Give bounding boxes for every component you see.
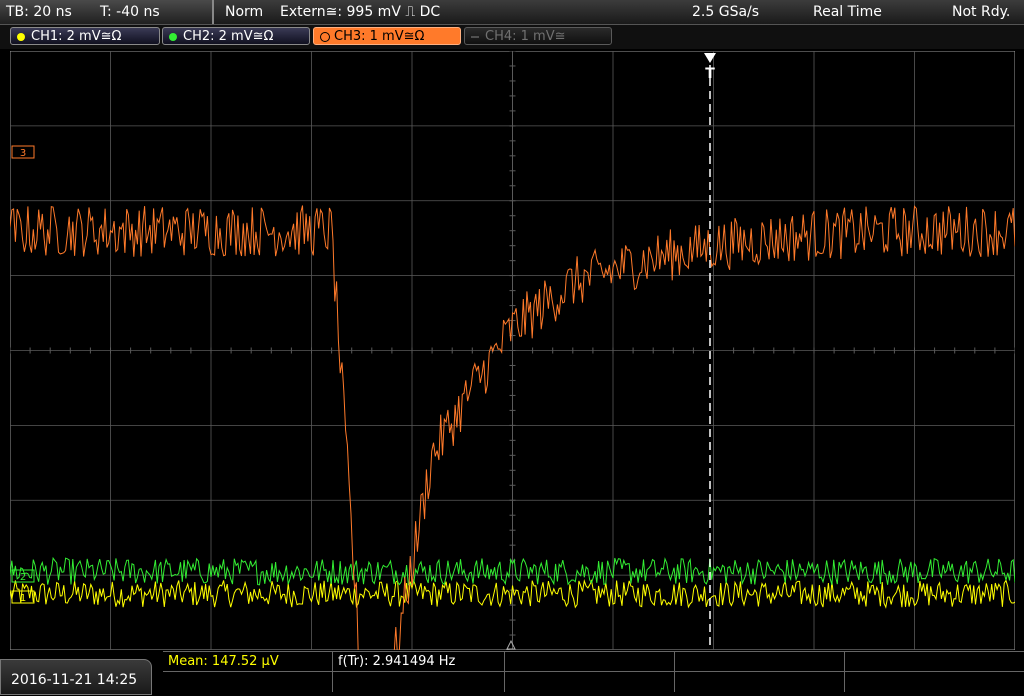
ch3-indicator-icon (320, 32, 330, 42)
status-label: Not Rdy. (952, 4, 1011, 20)
ch2-indicator-icon (169, 33, 177, 41)
acquisition-mode-label[interactable]: Real Time (813, 4, 882, 20)
ch3-button[interactable]: CH3: 1 mV≅Ω (313, 27, 461, 45)
timebase-label[interactable]: TB: 20 ns (6, 4, 72, 20)
measurement-slot-4[interactable] (675, 652, 845, 672)
ch1-indicator-icon (17, 33, 25, 41)
trigger-marker-label: T (705, 66, 715, 82)
timebase-panel[interactable]: TB: 20 ns T: -40 ns (0, 0, 214, 24)
trigger-source-label[interactable]: Extern≅: 995 mV ⎍ DC (280, 4, 440, 20)
ch1-offset-marker-label: 1 (20, 593, 26, 604)
measurement-slot-10[interactable] (845, 672, 1024, 692)
ch1-button[interactable]: CH1: 2 mV≅Ω (10, 27, 160, 45)
ch2-label: CH2: 2 mV≅Ω (183, 29, 274, 44)
mean-measurement[interactable]: Mean: 147.52 µV (163, 652, 333, 672)
ch2-offset-marker-label: 2 (20, 572, 26, 583)
ch1-label: CH1: 2 mV≅Ω (31, 29, 122, 44)
top-status-bar: TB: 20 ns T: -40 ns Norm Extern≅: 995 mV… (0, 0, 1024, 25)
trigger-mode-label[interactable]: Norm (225, 4, 263, 20)
measurement-slot-9[interactable] (675, 672, 845, 692)
ch3-label: CH3: 1 mV≅Ω (334, 29, 425, 44)
measurement-slot-3[interactable] (505, 652, 675, 672)
measurement-panel[interactable]: Mean: 147.52 µV f(Tr): 2.941494 Hz (163, 651, 1024, 696)
measurement-slot-6[interactable] (163, 672, 333, 692)
measurement-slot-5[interactable] (845, 652, 1024, 672)
channel-bar: CH1: 2 mV≅Ω CH2: 2 mV≅Ω CH3: 1 mV≅Ω CH4:… (0, 25, 1024, 49)
date-time-label: 2016-11-21 14:25 (11, 672, 138, 688)
sample-rate-label[interactable]: 2.5 GSa/s (692, 4, 759, 20)
ch4-button[interactable]: CH4: 1 mV≅ (464, 27, 612, 45)
date-time-panel[interactable]: 2016-11-21 14:25 (0, 659, 152, 695)
waveform-display[interactable]: T 3 2 1 (10, 51, 1015, 650)
ch4-label: CH4: 1 mV≅ (485, 29, 566, 44)
measurement-slot-7[interactable] (333, 672, 505, 692)
bottom-bar: 2016-11-21 14:25 Mean: 147.52 µV f(Tr): … (0, 651, 1024, 695)
measurement-slot-8[interactable] (505, 672, 675, 692)
ch4-indicator-icon (471, 36, 479, 38)
ch2-button[interactable]: CH2: 2 mV≅Ω (162, 27, 310, 45)
trigger-time-label[interactable]: T: -40 ns (100, 4, 160, 20)
ch3-offset-marker-label: 3 (20, 148, 26, 159)
frequency-measurement[interactable]: f(Tr): 2.941494 Hz (333, 652, 505, 672)
